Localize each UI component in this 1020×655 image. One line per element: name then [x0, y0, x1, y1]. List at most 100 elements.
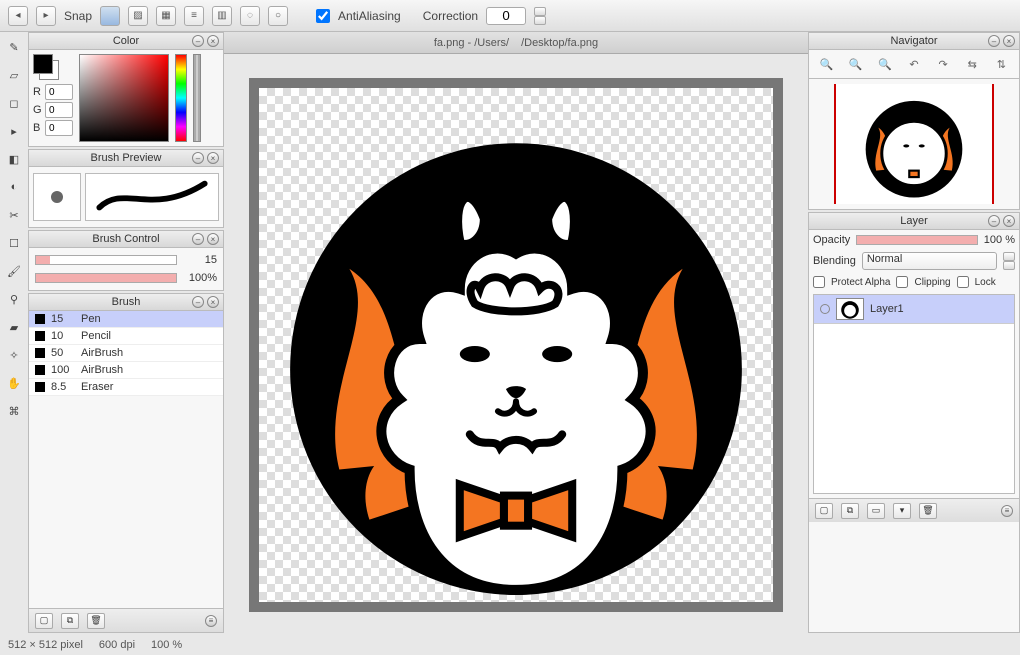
misc-tool-icon[interactable]: ⌘	[5, 402, 23, 420]
layer-panel-footer: ▢ ⧉ ▭ ▾ 🗑 ≡	[809, 498, 1019, 522]
panel-close-icon[interactable]: ×	[1003, 35, 1015, 47]
r-input[interactable]	[45, 84, 73, 100]
snap-grid-button[interactable]: ▦	[156, 6, 176, 26]
fill-tool-icon[interactable]: ◧	[5, 150, 23, 168]
blending-select[interactable]: Normal	[862, 252, 997, 270]
brush-item[interactable]: 15 Pen	[29, 311, 223, 328]
delete-brush-button[interactable]: 🗑	[87, 613, 105, 629]
eraser-tool-icon[interactable]: ▱	[5, 66, 23, 84]
panel-close-icon[interactable]: ×	[207, 296, 219, 308]
panel-minimize-icon[interactable]: –	[988, 215, 1000, 227]
lock-checkbox[interactable]	[957, 276, 969, 288]
move-tool-icon[interactable]: ▸	[5, 122, 23, 140]
panel-minimize-icon[interactable]: –	[988, 35, 1000, 47]
crop-tool-icon[interactable]: ✂	[5, 206, 23, 224]
panel-close-icon[interactable]: ×	[207, 152, 219, 164]
blending-stepper[interactable]	[1003, 252, 1015, 270]
zoom-fit-icon[interactable]: 🔍	[875, 54, 895, 74]
flip-v-icon[interactable]: ⇅	[991, 54, 1011, 74]
folder-layer-button[interactable]: ▭	[867, 503, 885, 519]
layer-opacity-slider[interactable]	[856, 235, 978, 245]
document-tab-left[interactable]: fa.png - /Users/	[434, 37, 509, 49]
merge-layer-button[interactable]: ▾	[893, 503, 911, 519]
b-label: B	[33, 122, 43, 134]
panel-minimize-icon[interactable]: –	[192, 296, 204, 308]
layer-settings-icon[interactable]: ≡	[1001, 505, 1013, 517]
brush-item[interactable]: 8.5 Eraser	[29, 379, 223, 396]
brush-size-slider[interactable]: 15	[35, 254, 217, 266]
brush-list[interactable]: 15 Pen 10 Pencil 50 AirBrush 100 AirBrus…	[29, 311, 223, 396]
duplicate-layer-button[interactable]: ⧉	[841, 503, 859, 519]
panel-minimize-icon[interactable]: –	[192, 233, 204, 245]
new-layer-button[interactable]: ▢	[815, 503, 833, 519]
brush-item[interactable]: 100 AirBrush	[29, 362, 223, 379]
pencil-tool-icon[interactable]: ✎	[5, 38, 23, 56]
color-picker[interactable]	[79, 54, 169, 142]
right-panels: Navigator – × 🔍 🔍 🔍 ↶ ↷ ⇆ ⇅	[808, 32, 1020, 635]
panel-close-icon[interactable]: ×	[1003, 215, 1015, 227]
blending-label: Blending	[813, 255, 856, 267]
brush-item-size: 15	[51, 313, 75, 325]
snap-hlines-button[interactable]: ≡	[184, 6, 204, 26]
rotate-right-icon[interactable]: ↷	[933, 54, 953, 74]
snap-solid-button[interactable]	[100, 6, 120, 26]
new-brush-button[interactable]: ▢	[35, 613, 53, 629]
brush-list-panel: Brush – × 15 Pen 10 Pencil 50 AirBrush	[28, 293, 224, 633]
layer-list[interactable]: Layer1	[813, 294, 1015, 494]
brush-tool-icon[interactable]: 🖌	[5, 262, 23, 280]
brush-panel-footer: ▢ ⧉ 🗑 ≡	[29, 608, 223, 632]
wand-tool-icon[interactable]: ✧	[5, 346, 23, 364]
snap-diag-button[interactable]: ▨	[128, 6, 148, 26]
b-input[interactable]	[45, 120, 73, 136]
snap-right-button[interactable]: ▸	[36, 6, 56, 26]
snap-vlines-button[interactable]: ▥	[212, 6, 232, 26]
status-zoom: 100 %	[151, 639, 182, 651]
brush-settings-icon[interactable]: ≡	[205, 615, 217, 627]
protect-alpha-checkbox[interactable]	[813, 276, 825, 288]
snap-dot-button[interactable]: ◌	[240, 6, 260, 26]
panel-minimize-icon[interactable]: –	[192, 35, 204, 47]
brush-item-name: AirBrush	[81, 364, 123, 376]
bucket-tool-icon[interactable]: ▰	[5, 318, 23, 336]
panel-close-icon[interactable]: ×	[207, 233, 219, 245]
correction-stepper[interactable]	[534, 7, 546, 25]
color-swatch-pair[interactable]	[33, 54, 59, 80]
hue-strip[interactable]	[175, 54, 187, 142]
r-label: R	[33, 86, 43, 98]
flip-h-icon[interactable]: ⇆	[962, 54, 982, 74]
rect-tool-icon[interactable]: ☐	[5, 234, 23, 252]
gradient-tool-icon[interactable]: ◐	[5, 178, 23, 196]
eyedropper-tool-icon[interactable]: ⚲	[5, 290, 23, 308]
layer-item[interactable]: Layer1	[814, 295, 1014, 324]
clipping-checkbox[interactable]	[896, 276, 908, 288]
marquee-tool-icon[interactable]: ◻	[5, 94, 23, 112]
delete-layer-button[interactable]: 🗑	[919, 503, 937, 519]
hand-tool-icon[interactable]: ✋	[5, 374, 23, 392]
brush-item[interactable]: 50 AirBrush	[29, 345, 223, 362]
panel-minimize-icon[interactable]: –	[192, 152, 204, 164]
panel-title: Brush Control	[92, 233, 159, 245]
snap-left-button[interactable]: ◂	[8, 6, 28, 26]
status-dimensions: 512 × 512 pixel	[8, 639, 83, 651]
canvas[interactable]	[249, 78, 783, 612]
correction-input[interactable]	[486, 7, 526, 25]
alpha-strip[interactable]	[193, 54, 201, 142]
layer-visibility-icon[interactable]	[820, 304, 830, 314]
rotate-left-icon[interactable]: ↶	[904, 54, 924, 74]
navigator-toolbar: 🔍 🔍 🔍 ↶ ↷ ⇆ ⇅	[809, 50, 1019, 79]
panel-close-icon[interactable]: ×	[207, 35, 219, 47]
foreground-color-swatch[interactable]	[33, 54, 53, 74]
antialias-checkbox[interactable]	[316, 9, 330, 23]
navigator-thumbnail[interactable]	[834, 84, 994, 204]
g-input[interactable]	[45, 102, 73, 118]
brush-opacity-slider[interactable]: 100%	[35, 272, 217, 284]
document-tab-right[interactable]: /Desktop/fa.png	[521, 37, 598, 49]
center-area: fa.png - /Users/ /Desktop/fa.png	[224, 32, 808, 635]
zoom-out-icon[interactable]: 🔍	[817, 54, 837, 74]
duplicate-brush-button[interactable]: ⧉	[61, 613, 79, 629]
snap-circle-button[interactable]: ○	[268, 6, 288, 26]
zoom-in-icon[interactable]: 🔍	[846, 54, 866, 74]
left-panels: Color – × R G B	[28, 32, 224, 635]
brush-item[interactable]: 10 Pencil	[29, 328, 223, 345]
brush-item-name: Pencil	[81, 330, 111, 342]
